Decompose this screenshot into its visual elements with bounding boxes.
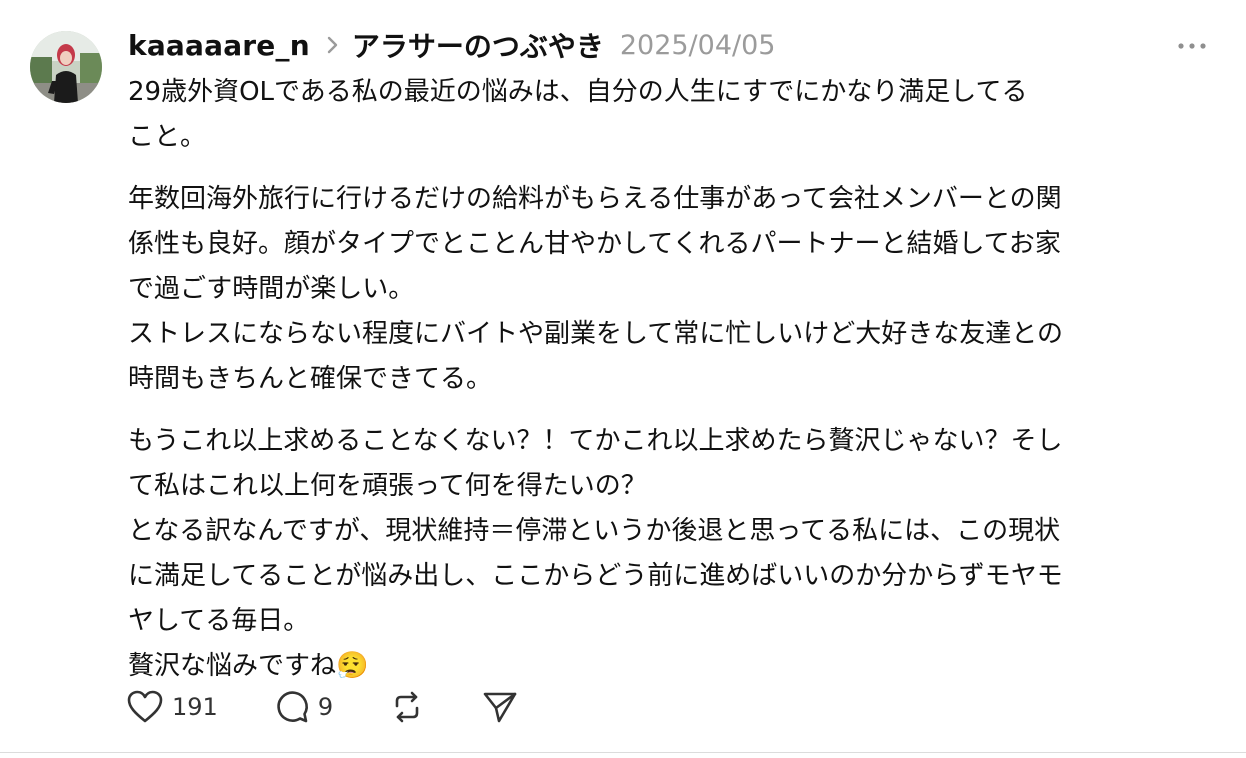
comment-icon xyxy=(277,691,308,723)
share-button[interactable] xyxy=(481,689,519,725)
divider xyxy=(0,752,1246,753)
send-icon xyxy=(483,692,517,723)
chevron-right-icon xyxy=(326,35,340,55)
post-line: となる訳なんですが、現状維持＝停滞というか後退と思ってる私には、この現状 xyxy=(128,516,1061,546)
post-line: で過ごす時間が楽しい。 xyxy=(128,274,415,304)
username-link[interactable]: kaaaaare_n xyxy=(128,29,310,62)
post-paragraph: 29歳外資OLである私の最近の悩みは、自分の人生にすでにかなり満足してる こと。 xyxy=(128,70,1218,160)
more-options-button[interactable] xyxy=(1172,34,1212,58)
post-line: 年数回海外旅行に行けるだけの給料がもらえる仕事があって会社メンバーとの関 xyxy=(128,184,1062,214)
post-line: ストレスにならない程度にバイトや副業をして常に忙しいけど大好きな友達との xyxy=(128,319,1063,349)
post-paragraph: もうこれ以上求めることなくない？！てかこれ以上求めたら贅沢じゃない？そし て私は… xyxy=(128,419,1218,689)
post-line: こと。 xyxy=(128,122,207,152)
like-button[interactable]: 191 xyxy=(126,689,218,725)
post-line: 贅沢な悩みですね😮‍💨 xyxy=(128,651,369,681)
action-bar: 191 9 xyxy=(126,686,575,728)
post-line: て私はこれ以上何を頑張って何を得たいの？ xyxy=(128,471,647,501)
like-count: 191 xyxy=(172,693,218,721)
heart-icon xyxy=(127,690,163,723)
post-line: ヤしてる毎日。 xyxy=(128,606,310,636)
post-line: 29歳外資OLである私の最近の悩みは、自分の人生にすでにかなり満足してる xyxy=(128,77,1028,107)
post-header: kaaaaare_n アラサーのつぶやき 2025/04/05 xyxy=(128,24,775,66)
reply-button[interactable]: 9 xyxy=(274,689,333,725)
post-line: 時間もきちんと確保できてる。 xyxy=(128,364,493,394)
avatar[interactable] xyxy=(30,31,102,103)
reply-count: 9 xyxy=(317,693,334,721)
post-paragraph: 年数回海外旅行に行けるだけの給料がもらえる仕事があって会社メンバーとの関 係性も… xyxy=(128,177,1218,402)
ellipsis-icon xyxy=(1178,43,1206,49)
repost-button[interactable] xyxy=(389,689,425,725)
post-date: 2025/04/05 xyxy=(619,29,776,61)
repost-icon xyxy=(395,691,419,723)
post-line: もうこれ以上求めることなくない？！てかこれ以上求めたら贅沢じゃない？そし xyxy=(128,426,1063,456)
community-link[interactable]: アラサーのつぶやき xyxy=(352,25,604,65)
post-line: に満足してることが悩み出し、ここからどう前に進めばいいのか分からずモヤモ xyxy=(128,561,1063,591)
post-line: 係性も良好。顔がタイプでとことん甘やかしてくれるパートナーと結婚してお家 xyxy=(128,229,1061,259)
post-body: 29歳外資OLである私の最近の悩みは、自分の人生にすでにかなり満足してる こと。… xyxy=(128,70,1218,706)
